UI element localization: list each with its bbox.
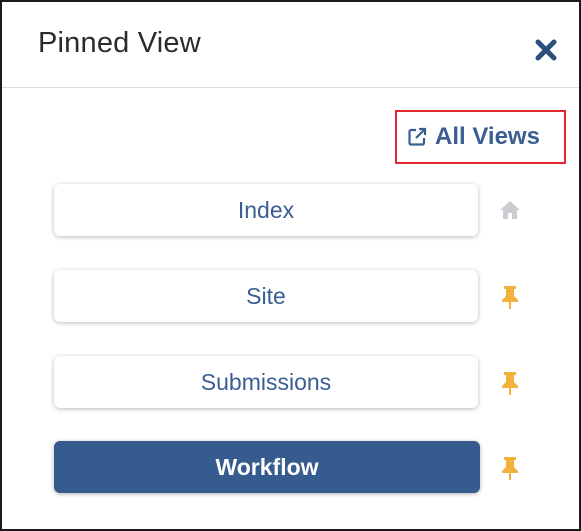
view-button-index[interactable]: Index bbox=[54, 184, 478, 236]
view-row-submissions: Submissions bbox=[54, 356, 534, 410]
close-icon[interactable] bbox=[534, 38, 558, 62]
all-views-link[interactable]: All Views bbox=[395, 110, 566, 164]
view-button-workflow[interactable]: Workflow bbox=[54, 441, 480, 493]
pin-icon[interactable] bbox=[498, 370, 522, 396]
panel-header: Pinned View bbox=[2, 2, 579, 88]
view-button-site[interactable]: Site bbox=[54, 270, 478, 322]
view-row-workflow: Workflow bbox=[54, 441, 534, 495]
pinned-view-panel: Pinned View All Views Index Site Submiss… bbox=[0, 0, 581, 531]
panel-title: Pinned View bbox=[38, 27, 201, 59]
view-button-submissions[interactable]: Submissions bbox=[54, 356, 478, 408]
external-link-icon bbox=[407, 127, 427, 147]
all-views-label: All Views bbox=[435, 123, 540, 150]
view-row-index: Index bbox=[54, 184, 534, 238]
home-icon bbox=[498, 198, 522, 224]
pin-icon[interactable] bbox=[498, 455, 522, 481]
view-row-site: Site bbox=[54, 270, 534, 324]
pin-icon[interactable] bbox=[498, 284, 522, 310]
